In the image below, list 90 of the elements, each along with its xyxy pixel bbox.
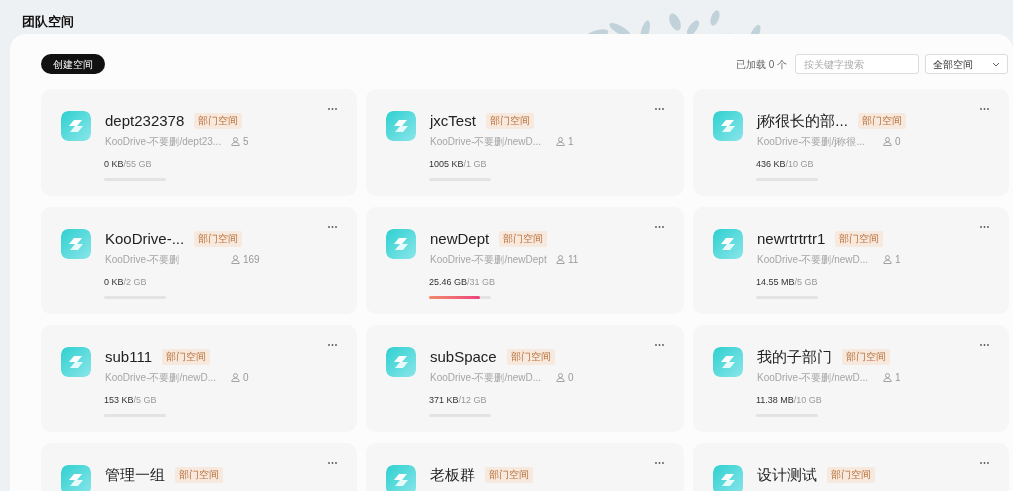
space-path: KooDrive-不要删/dept23... <box>105 135 223 149</box>
space-path: KooDrive-不要删/newD... <box>757 253 870 267</box>
member-count: 0 <box>568 371 574 385</box>
app-logo-icon <box>61 347 91 377</box>
app-logo-icon <box>61 111 91 141</box>
department-space-tag: 部门空间 <box>194 113 243 129</box>
department-space-tag: 部门空间 <box>842 349 890 365</box>
space-card[interactable]: KooDrive-... 部门空间 KooDrive-不要删 169 0 KB/2 GB <box>41 207 357 314</box>
department-space-tag: 部门空间 <box>857 113 906 129</box>
app-logo-icon <box>386 347 416 377</box>
member-icon <box>556 373 565 382</box>
space-card[interactable]: 我的子部门 部门空间 KooDrive-不要删/newD... 1 11.38 MB/10 GB <box>693 325 1009 432</box>
space-name: 老板群 <box>430 464 475 485</box>
space-name: newDept <box>430 228 490 249</box>
space-path: KooDrive-不要删/newD... <box>105 371 218 385</box>
member-count: 169 <box>243 253 260 267</box>
space-name: 设计测试 <box>757 464 817 485</box>
space-name: jxcTest <box>430 110 476 131</box>
space-path: KooDrive-不要删/newD... <box>430 371 543 385</box>
app-logo-icon <box>713 229 743 259</box>
storage-usage: 153 KB/5 GB <box>104 395 157 405</box>
member-icon <box>556 255 565 264</box>
space-path: KooDrive-不要删 <box>105 253 181 267</box>
app-logo-icon <box>713 347 743 377</box>
member-icon <box>883 255 892 264</box>
member-count: 11 <box>568 253 579 267</box>
space-card[interactable]: newDept 部门空间 KooDrive-不要删/newDept 11 25.46 GB/31 GB <box>366 207 684 314</box>
storage-usage: 14.55 MB/5 GB <box>756 277 818 287</box>
member-icon <box>231 255 240 264</box>
space-name: 管理一组 <box>105 464 165 485</box>
space-name: subSpace <box>430 346 497 367</box>
storage-usage: 436 KB/10 GB <box>756 159 814 169</box>
member-count: 1 <box>568 135 574 149</box>
department-space-tag: 部门空间 <box>827 467 875 483</box>
storage-usage: 371 KB/12 GB <box>429 395 487 405</box>
member-icon <box>556 137 565 146</box>
space-filter-dropdown[interactable]: 全部空间 <box>925 54 1008 74</box>
app-logo-icon <box>61 465 91 491</box>
space-card[interactable]: 管理一组 部门空间 <box>41 443 357 491</box>
search-field[interactable]: 按关键字搜索 <box>795 54 919 74</box>
storage-usage: 1005 KB/1 GB <box>429 159 487 169</box>
page-title: 团队空间 <box>22 13 74 31</box>
space-card[interactable]: j称很长的部... 部门空间 KooDrive-不要删/j称很... 0 436 KB/10 GB <box>693 89 1009 196</box>
app-logo-icon <box>61 229 91 259</box>
member-count: 0 <box>243 371 249 385</box>
storage-usage: 11.38 MB/10 GB <box>756 395 822 405</box>
space-card[interactable]: jxcTest 部门空间 KooDrive-不要删/newD... 1 1005 KB/1 GB <box>366 89 684 196</box>
space-path: KooDrive-不要删/newD... <box>430 135 543 149</box>
space-card[interactable]: dept232378 部门空间 KooDrive-不要删/dept23... 5 0 KB/55 GB <box>41 89 357 196</box>
department-space-tag: 部门空间 <box>499 231 548 247</box>
app-logo-icon <box>386 111 416 141</box>
space-path: KooDrive-不要删/newD... <box>757 371 870 385</box>
member-icon <box>231 373 240 382</box>
department-space-tag: 部门空间 <box>162 349 210 365</box>
member-icon <box>231 137 240 146</box>
app-logo-icon <box>713 111 743 141</box>
storage-usage: 25.46 GB/31 GB <box>429 277 496 287</box>
department-space-tag: 部门空间 <box>485 113 534 129</box>
member-count: 0 <box>895 135 901 149</box>
department-space-tag: 部门空间 <box>485 467 533 483</box>
space-card[interactable]: sub111 部门空间 KooDrive-不要删/newD... 0 153 KB/5 GB <box>41 325 357 432</box>
member-count: 1 <box>895 253 901 267</box>
chevron-down-icon <box>992 61 1000 67</box>
space-card[interactable]: newrtrtrtr1 部门空间 KooDrive-不要删/newD... 1 14.55 MB/5 GB <box>693 207 1009 314</box>
member-icon <box>883 373 892 382</box>
app-logo-icon <box>713 465 743 491</box>
space-card[interactable]: 老板群 部门空间 <box>366 443 684 491</box>
create-space-button[interactable]: 创建空间 <box>41 54 105 74</box>
space-name: dept232378 <box>105 110 185 131</box>
space-name: KooDrive-... <box>105 228 185 249</box>
department-space-tag: 部门空间 <box>194 231 243 247</box>
member-icon <box>883 137 892 146</box>
member-count: 5 <box>243 135 249 149</box>
department-space-tag: 部门空间 <box>835 231 884 247</box>
app-logo-icon <box>386 229 416 259</box>
app-logo-icon <box>386 465 416 491</box>
department-space-tag: 部门空间 <box>175 467 223 483</box>
space-card[interactable]: 设计测试 部门空间 <box>693 443 1009 491</box>
space-path: KooDrive-不要删/j称很... <box>757 135 866 149</box>
space-name: j称很长的部... <box>757 110 848 131</box>
space-name: 我的子部门 <box>757 346 832 367</box>
space-card[interactable]: subSpace 部门空间 KooDrive-不要删/newD... 0 371 KB/12 GB <box>366 325 684 432</box>
space-name: newrtrtrtr1 <box>757 228 826 249</box>
storage-usage: 0 KB/55 GB <box>104 159 152 169</box>
department-space-tag: 部门空间 <box>506 349 555 365</box>
storage-usage: 0 KB/2 GB <box>104 277 147 287</box>
space-name: sub111 <box>105 346 152 367</box>
loaded-count: 已加载 0 个 <box>735 57 787 72</box>
space-path: KooDrive-不要删/newDept <box>430 253 548 267</box>
member-count: 1 <box>895 371 901 385</box>
